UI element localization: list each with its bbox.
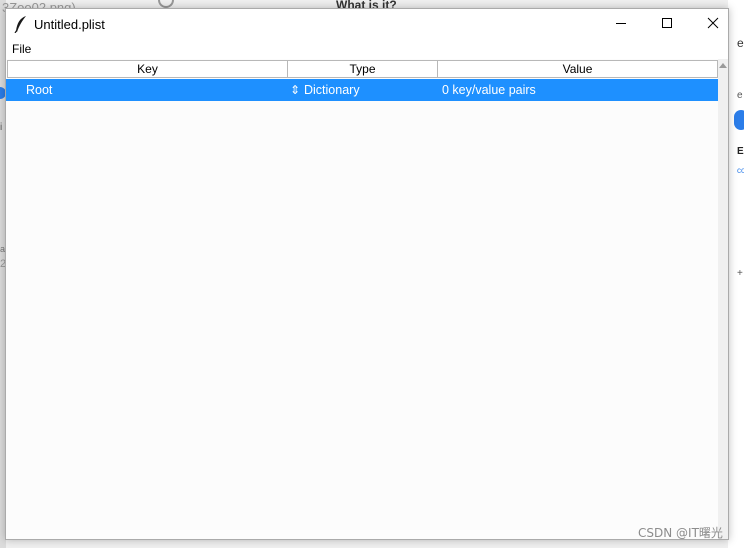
close-icon [707, 17, 719, 32]
row-type[interactable]: Dictionary [304, 83, 360, 97]
window-title: Untitled.plist [34, 17, 105, 32]
row-value[interactable]: 0 key/value pairs [442, 83, 536, 97]
maximize-icon [661, 17, 673, 32]
column-header-key[interactable]: Key [7, 60, 288, 78]
background-circle-icon [158, 0, 174, 8]
watermark: CSDN @IT曙光 [638, 526, 723, 540]
background-right-link: co [737, 166, 744, 175]
close-button[interactable] [690, 9, 736, 39]
background-right-mark: e [737, 36, 744, 50]
tree-header: Key Type Value [6, 59, 718, 78]
menu-bar: File [6, 39, 728, 59]
background-right-blue-icon [734, 110, 744, 130]
plist-tree-view[interactable]: Key Type Value Root ⇕ Dictionary 0 key/v… [6, 59, 718, 539]
column-header-type[interactable]: Type [287, 60, 438, 78]
maximize-button[interactable] [644, 9, 690, 39]
vertical-scrollbar[interactable] [718, 59, 728, 539]
feather-icon [14, 15, 28, 34]
column-header-value[interactable]: Value [437, 60, 718, 78]
row-key: Root [26, 83, 53, 97]
background-right-mark: e [737, 90, 743, 101]
background-right-text: EL [737, 146, 744, 157]
scroll-up-arrow-icon[interactable] [719, 63, 727, 68]
minimize-icon [615, 17, 627, 32]
background-left-mark: i [0, 122, 3, 133]
type-selector-arrows-icon[interactable]: ⇕ [290, 83, 300, 97]
background-right-plus: + [737, 268, 743, 279]
minimize-button[interactable] [598, 9, 644, 39]
menu-file[interactable]: File [12, 42, 31, 56]
plist-editor-window: Untitled.plist File Key Type Value Root [5, 8, 729, 540]
title-bar[interactable]: Untitled.plist [6, 9, 728, 39]
tree-row-root[interactable]: Root ⇕ Dictionary 0 key/value pairs [6, 79, 718, 101]
